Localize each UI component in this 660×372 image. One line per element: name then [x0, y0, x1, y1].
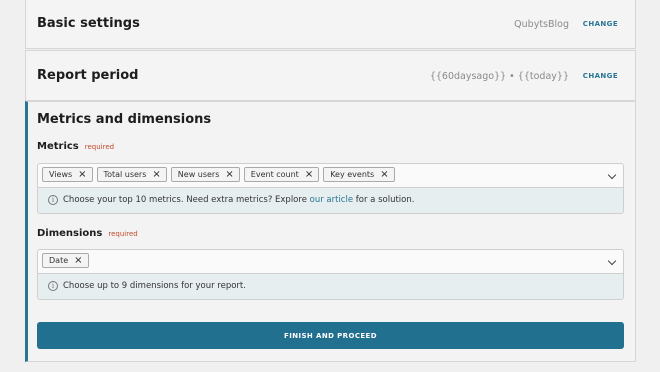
info-icon: i: [48, 195, 58, 205]
metric-chip-label: Total users: [103, 170, 147, 179]
close-icon[interactable]: ×: [74, 255, 82, 266]
metric-chip: Views ×: [42, 167, 93, 182]
report-period-value: {{60daysago}} • {{today}}: [429, 71, 569, 82]
chevron-down-icon[interactable]: [607, 170, 617, 180]
metrics-label-text: Metrics: [37, 141, 79, 152]
close-icon[interactable]: ×: [225, 169, 233, 180]
basic-settings-card: Basic settings QubytsBlog CHANGE: [25, 0, 636, 49]
close-icon[interactable]: ×: [78, 169, 86, 180]
info-icon: i: [48, 281, 58, 291]
metrics-label: Metrics required: [37, 141, 114, 152]
metrics-dimensions-card: Metrics and dimensions Metrics required V…: [25, 101, 636, 362]
dimension-chip: Date ×: [42, 253, 89, 268]
report-period-title: Report period: [37, 68, 139, 83]
close-icon[interactable]: ×: [152, 169, 160, 180]
metric-chip: New users ×: [170, 167, 240, 182]
basic-settings-title: Basic settings: [37, 16, 140, 31]
metric-chip-label: New users: [177, 170, 220, 179]
report-setup: Basic settings QubytsBlog CHANGE Report …: [25, 0, 636, 372]
metrics-select[interactable]: Views × Total users × New users × Event …: [37, 163, 624, 188]
metrics-hint-suffix: for a solution.: [353, 195, 415, 205]
chevron-down-icon[interactable]: [607, 256, 617, 266]
dimension-chip-label: Date: [49, 256, 69, 265]
metric-chip-label: Event count: [250, 170, 299, 179]
metric-chip: Total users ×: [96, 167, 167, 182]
close-icon[interactable]: ×: [380, 169, 388, 180]
dimensions-required-tag: required: [108, 230, 138, 238]
dimensions-select[interactable]: Date ×: [37, 249, 624, 274]
metric-chip-label: Key events: [330, 170, 375, 179]
dimensions-hint: i Choose up to 9 dimensions for your rep…: [37, 274, 624, 300]
metrics-chips: Views × Total users × New users × Event …: [42, 167, 395, 182]
metrics-required-tag: required: [84, 143, 115, 151]
metrics-hint-prefix: Choose your top 10 metrics. Need extra m…: [63, 195, 310, 205]
report-period-card: Report period {{60daysago}} • {{today}} …: [25, 50, 636, 101]
close-icon[interactable]: ×: [305, 169, 313, 180]
metric-chip-label: Views: [49, 170, 73, 179]
metric-chip: Event count ×: [243, 167, 320, 182]
finish-and-proceed-button[interactable]: FINISH AND PROCEED: [37, 322, 624, 349]
report-period-change-button[interactable]: CHANGE: [583, 72, 618, 80]
metrics-hint-text: Choose your top 10 metrics. Need extra m…: [63, 195, 414, 205]
basic-settings-value: QubytsBlog: [514, 19, 569, 30]
metrics-hint: i Choose your top 10 metrics. Need extra…: [37, 188, 624, 214]
dimensions-label: Dimensions required: [37, 228, 138, 239]
our-article-link[interactable]: our article: [310, 195, 353, 205]
metrics-dimensions-title: Metrics and dimensions: [37, 112, 212, 127]
dimensions-chips: Date ×: [42, 253, 89, 268]
basic-settings-change-button[interactable]: CHANGE: [583, 20, 618, 28]
dimensions-hint-text: Choose up to 9 dimensions for your repor…: [63, 281, 246, 291]
metric-chip: Key events ×: [323, 167, 395, 182]
dimensions-label-text: Dimensions: [37, 228, 103, 239]
